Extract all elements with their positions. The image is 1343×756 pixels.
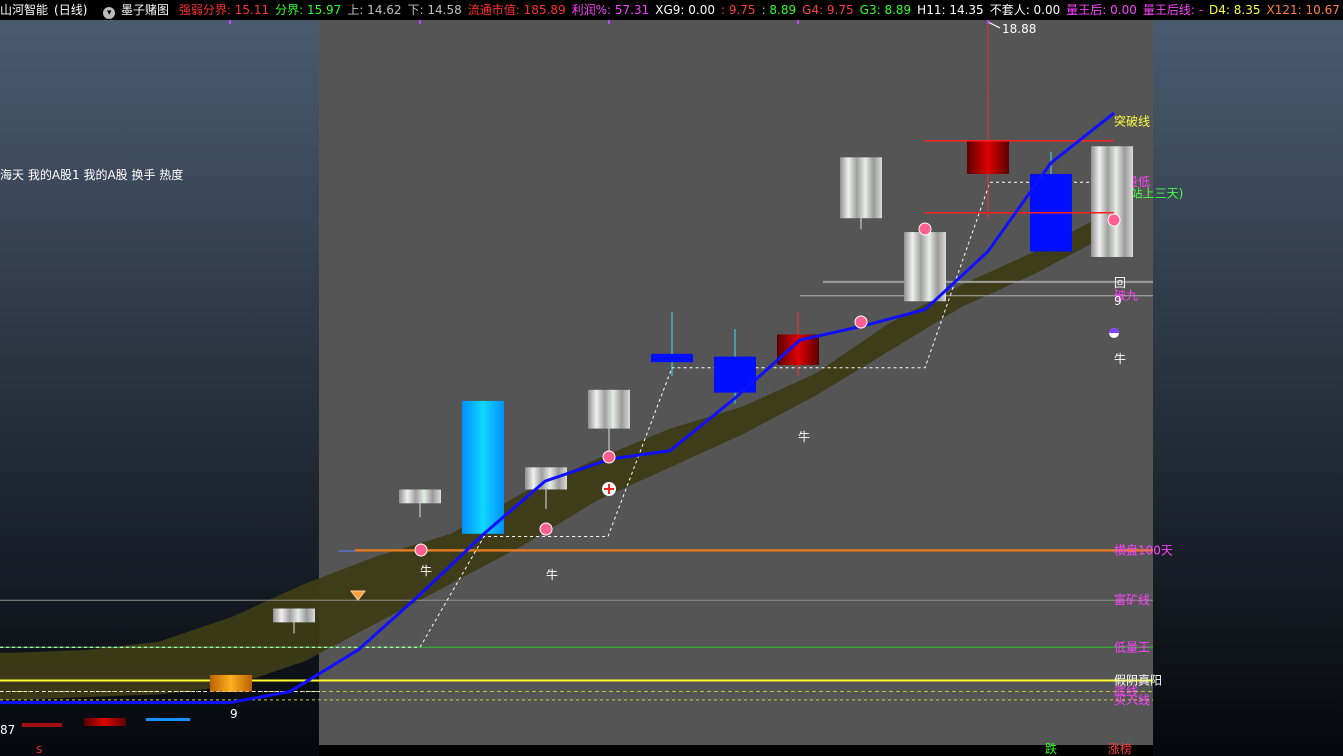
bottom-count-label: 9 (230, 707, 238, 721)
indicator-header: 山河智能 (日线) ▾ 墨子赌图 强弱分界: 15.11 分界: 15.97 上: 1… (0, 0, 1343, 20)
candle-body (714, 356, 756, 393)
indicator-item: D4: 8.35 (1209, 3, 1261, 17)
indicator-item: 流通市值: 185.89 (467, 3, 566, 17)
candle-body (840, 157, 882, 219)
candle-body (967, 140, 1009, 174)
niu-label: 牛 (798, 429, 810, 444)
signal-dot-icon (414, 543, 428, 557)
indicator-item: 利润%: 57.31 (571, 3, 650, 17)
candle-body (273, 608, 315, 623)
side-menu-text[interactable]: 海天 我的A股1 我的A股 换手 热度 (0, 167, 183, 182)
high-price-label: 18.88 (1002, 22, 1036, 36)
indicator-values: 强弱分界: 15.11 分界: 15.97 上: 14.62 下: 14.58 流通市值… (179, 3, 1343, 17)
candle-body (525, 467, 567, 490)
candle-body (588, 389, 630, 429)
level-label: 横盘100天 (1114, 542, 1173, 557)
candle-body (399, 489, 441, 504)
hui-label: 回 (1114, 276, 1126, 290)
candle-body (462, 400, 504, 534)
zhangbang-label: 涨榜 (1108, 741, 1132, 756)
chart-name[interactable]: 墨子赌图 (121, 3, 169, 17)
indicator-item: H11: 14.35 (917, 3, 984, 17)
s-marker: S (36, 745, 42, 756)
niu-label: 牛 (420, 563, 432, 578)
indicator-item: 量王后: 0.00 (1066, 3, 1137, 17)
level-label: 突破线 (1114, 113, 1150, 128)
level-label: 低量王 (1114, 640, 1150, 654)
indicator-item: 下: 14.58 (407, 3, 462, 17)
candle-body (904, 232, 946, 302)
indicator-item: G3: 8.89 (859, 3, 912, 17)
bottom-strip (319, 745, 1153, 756)
signal-dot-icon (602, 450, 616, 464)
niu-label: 牛 (1114, 351, 1126, 366)
signal-dot-icon (539, 522, 553, 536)
price-chart[interactable]: 突破线高量低(阳站上三天)破九横盘100天富矿线低量王假阴真阳底线买入线 18.… (0, 20, 1343, 756)
chevron-down-icon[interactable]: ▾ (103, 7, 116, 19)
level-label: 买入线 (1114, 693, 1150, 707)
signal-dot-icon (1107, 213, 1121, 227)
candle-body (651, 353, 693, 363)
level-label: 富矿线 (1114, 592, 1150, 607)
count-9-label: 9 (1114, 294, 1122, 308)
candle-body (777, 334, 819, 365)
indicator-item: G4: 9.75 (802, 3, 854, 17)
left-number-label: 87 (0, 723, 15, 737)
mini-bar (146, 718, 190, 721)
niu-label: 牛 (546, 567, 558, 582)
indicator-item: 强弱分界: 15.11 (178, 3, 270, 17)
right-background (1153, 20, 1343, 756)
die-label: 跌 (1045, 741, 1057, 756)
candle-body (1091, 146, 1133, 257)
indicator-item: XG9: 0.00 (655, 3, 715, 17)
indicator-item: : 8.89 (761, 3, 797, 17)
mini-bar (84, 718, 126, 726)
indicator-item: : 9.75 (720, 3, 756, 17)
indicator-item: X121: 10.67 (1266, 3, 1340, 17)
candle-body (210, 674, 252, 692)
indicator-item: 不套人: 0.00 (989, 3, 1061, 17)
signal-dot-icon (918, 222, 932, 236)
signal-dot-icon (854, 315, 868, 329)
indicator-item: 上: 14.62 (347, 3, 402, 17)
indicator-item: 分界: 15.97 (275, 3, 342, 17)
indicator-item: 量王后线: - (1142, 3, 1204, 17)
mini-bar (22, 723, 62, 727)
stock-title[interactable]: 山河智能 (日线) (0, 3, 93, 17)
